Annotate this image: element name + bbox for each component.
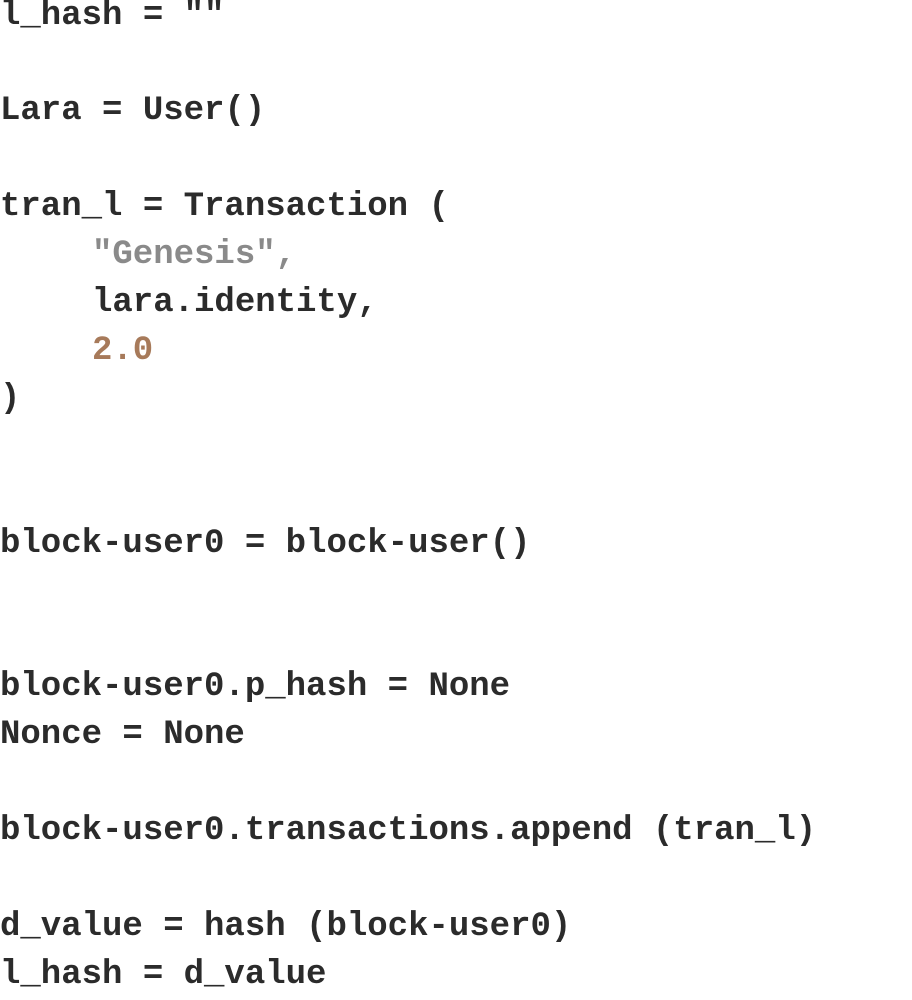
code-line-8: block-user0 = block-user() xyxy=(0,525,531,563)
code-line-2: Lara = User() xyxy=(0,92,266,130)
code-listing: l_hash = "" Lara = User() tran_l = Trans… xyxy=(0,0,912,1000)
code-line-1: l_hash = "" xyxy=(0,0,225,35)
code-line-6: 2.0 xyxy=(92,332,154,370)
code-line-11: block-user0.transactions.append (tran_l) xyxy=(0,812,817,850)
code-line-7: ) xyxy=(0,380,21,418)
code-line-13: l_hash = d_value xyxy=(0,956,327,994)
code-line-5: lara.identity, xyxy=(92,284,378,322)
code-line-3: tran_l = Transaction ( xyxy=(0,188,449,226)
code-line-10: Nonce = None xyxy=(0,716,245,754)
code-line-12: d_value = hash (block-user0) xyxy=(0,908,572,946)
code-line-9: block-user0.p_hash = None xyxy=(0,668,511,706)
code-line-4: "Genesis", xyxy=(92,236,297,274)
